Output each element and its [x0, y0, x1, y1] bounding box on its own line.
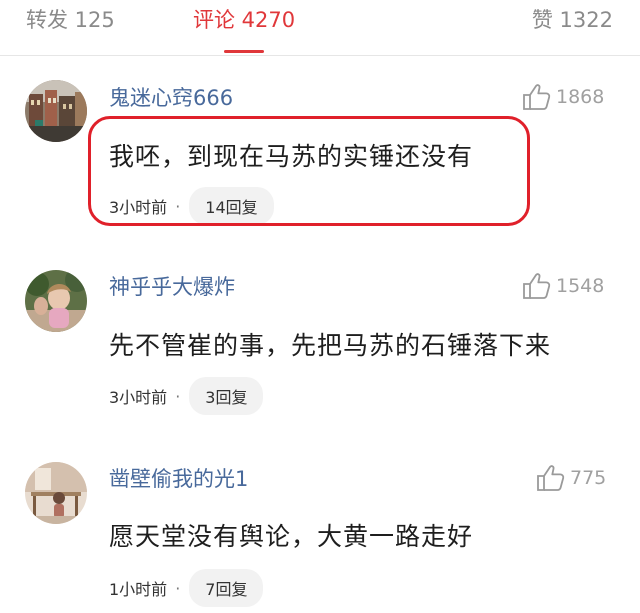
child-photo-avatar-icon	[25, 270, 87, 332]
reply-count-button[interactable]: 3回复	[189, 377, 264, 415]
comment-time: 1小时前	[109, 580, 168, 599]
avatar[interactable]	[25, 462, 87, 524]
comment-text: 愿天堂没有舆论，大黄一路走好	[109, 522, 474, 551]
highlight-box	[88, 116, 530, 226]
comment-tabs: 转发 125 评论 4270 赞 1322	[0, 0, 640, 56]
like-count: 1548	[556, 275, 605, 297]
reply-count-button[interactable]: 7回复	[189, 569, 264, 607]
thumbs-up-icon	[523, 273, 551, 299]
thumbs-up-icon	[523, 84, 551, 110]
comment-time: 3小时前	[109, 388, 168, 407]
avatar[interactable]	[25, 270, 87, 332]
comment-text: 先不管崔的事，先把马苏的石锤落下来	[109, 331, 552, 360]
illustration-avatar-icon	[25, 462, 87, 524]
username[interactable]: 鬼迷心窍666	[109, 82, 233, 112]
like-button[interactable]: 775	[536, 464, 606, 492]
tab-repost[interactable]: 转发 125	[26, 4, 115, 34]
like-button[interactable]: 1548	[522, 272, 604, 300]
like-button[interactable]: 1868	[522, 83, 604, 111]
avatar[interactable]	[25, 80, 87, 142]
username[interactable]: 凿壁偷我的光1	[109, 463, 248, 493]
comment-meta: 1小时前 · 7回复	[109, 569, 264, 607]
thumbs-up-icon	[537, 465, 565, 491]
username[interactable]: 神乎乎大爆炸	[109, 271, 235, 301]
separator-dot: ·	[175, 578, 181, 598]
like-count: 775	[570, 467, 607, 489]
active-tab-indicator	[224, 50, 264, 53]
separator-dot: ·	[175, 386, 181, 406]
tab-likes[interactable]: 赞 1322	[532, 4, 613, 34]
street-photo-avatar-icon	[25, 80, 87, 142]
comment-meta: 3小时前 · 3回复	[109, 377, 264, 415]
like-count: 1868	[556, 86, 605, 108]
tab-comments[interactable]: 评论 4270	[193, 4, 295, 34]
